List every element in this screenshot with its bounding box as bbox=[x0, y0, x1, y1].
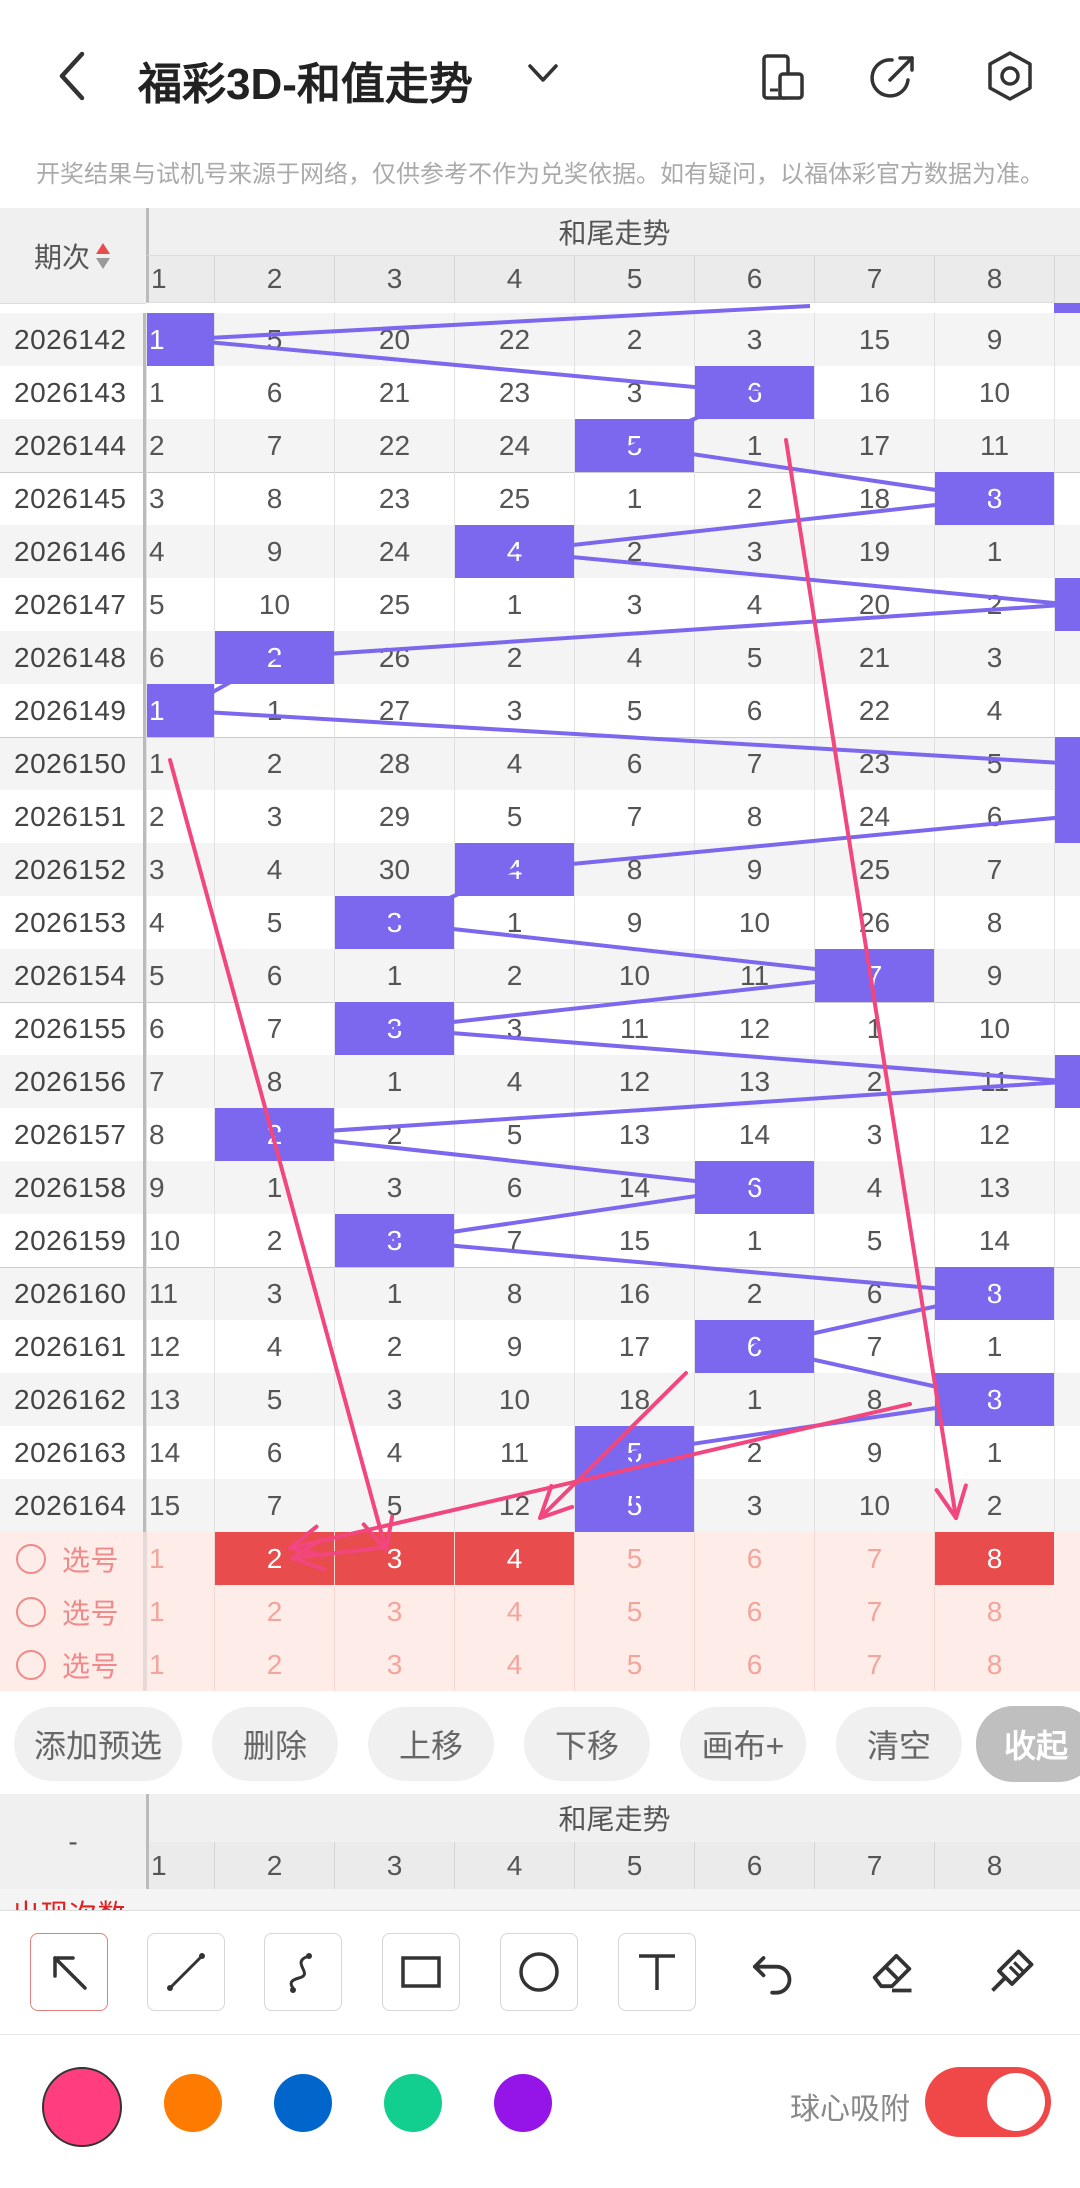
stats-corner: - bbox=[0, 1794, 146, 1889]
text-tool-icon[interactable] bbox=[618, 1933, 696, 2011]
color-swatch[interactable] bbox=[494, 2074, 552, 2132]
color-palette-bar: 球心吸附 bbox=[0, 2035, 1080, 2188]
rectangle-tool-icon[interactable] bbox=[382, 1933, 460, 2011]
back-arrow-icon[interactable] bbox=[52, 48, 92, 104]
drawn-arrow bbox=[288, 1402, 912, 1550]
trend-overlay bbox=[168, 304, 1072, 1572]
color-swatch[interactable] bbox=[274, 2074, 332, 2132]
toggle-knob bbox=[987, 2073, 1045, 2131]
color-swatch[interactable] bbox=[384, 2074, 442, 2132]
drawing-toolbar bbox=[0, 1911, 1080, 2031]
app-header: 福彩3D-和值走势 bbox=[0, 0, 1080, 150]
curve-tool-icon[interactable] bbox=[264, 1933, 342, 2011]
stats-column-header: 6 bbox=[694, 1842, 814, 1889]
eraser-icon[interactable] bbox=[862, 1941, 922, 2001]
drawn-arrow bbox=[784, 438, 958, 1520]
occurrence-row bbox=[146, 1889, 1080, 1910]
clear-brush-icon[interactable] bbox=[982, 1941, 1042, 2001]
disclaimer-notice: 开奖结果与试机号来源于网络，仅供参考不作为兑奖依据。如有疑问，以福体彩官方数据为… bbox=[36, 161, 1044, 188]
circle-tool-icon[interactable] bbox=[500, 1933, 578, 2011]
stats-column-header: 4 bbox=[454, 1842, 574, 1889]
move-down-button[interactable]: 下移 bbox=[524, 1707, 650, 1781]
undo-icon[interactable] bbox=[740, 1941, 800, 2001]
snap-label: 球心吸附 bbox=[790, 2093, 910, 2126]
fullscreen-icon[interactable] bbox=[758, 52, 808, 102]
occurrence-row-label: 出现次数 bbox=[0, 1889, 146, 1910]
drawn-arrow bbox=[538, 1371, 688, 1520]
chevron-down-icon[interactable] bbox=[525, 60, 561, 88]
line-tool-icon[interactable] bbox=[147, 1933, 225, 2011]
canvas-plus-button[interactable]: 画布+ bbox=[680, 1707, 806, 1781]
trend-line bbox=[173, 304, 1072, 1506]
clear-button[interactable]: 清空 bbox=[836, 1707, 962, 1781]
move-up-button[interactable]: 上移 bbox=[368, 1707, 494, 1781]
page-title[interactable]: 福彩3D-和值走势 bbox=[138, 48, 473, 112]
color-swatch[interactable] bbox=[42, 2067, 122, 2147]
stats-column-header: 7 bbox=[814, 1842, 934, 1889]
stats-column-header: 8 bbox=[934, 1842, 1054, 1889]
color-swatch[interactable] bbox=[164, 2074, 222, 2132]
stats-column-header: 1 bbox=[146, 1842, 214, 1889]
column-header-overflow bbox=[1054, 1842, 1080, 1889]
stats-column-header: 5 bbox=[574, 1842, 694, 1889]
settings-gear-icon[interactable] bbox=[984, 50, 1036, 102]
stats-section: -和尾走势12345678 出现次数 bbox=[0, 1794, 1080, 1910]
action-bar: 添加预选 删除 上移 下移 画布+ 清空 收起 bbox=[0, 1698, 1080, 1790]
collapse-button[interactable]: 收起 bbox=[976, 1706, 1080, 1782]
add-preselect-button[interactable]: 添加预选 bbox=[14, 1707, 182, 1781]
drawn-arrow bbox=[168, 758, 388, 1552]
stats-section-title: 和尾走势 bbox=[146, 1794, 1080, 1842]
share-icon[interactable] bbox=[868, 52, 918, 102]
stats-column-header: 2 bbox=[214, 1842, 334, 1889]
delete-button[interactable]: 删除 bbox=[212, 1707, 338, 1781]
trend-grid: 期次 和尾走势 1 2 3 4 5 6 7 8 2026142 1 5 20 22 2 3 15 9 2026143 1… bbox=[0, 208, 1080, 1696]
snap-toggle[interactable] bbox=[925, 2067, 1051, 2137]
stats-column-header: 3 bbox=[334, 1842, 454, 1889]
arrow-tool-icon[interactable] bbox=[30, 1933, 108, 2011]
